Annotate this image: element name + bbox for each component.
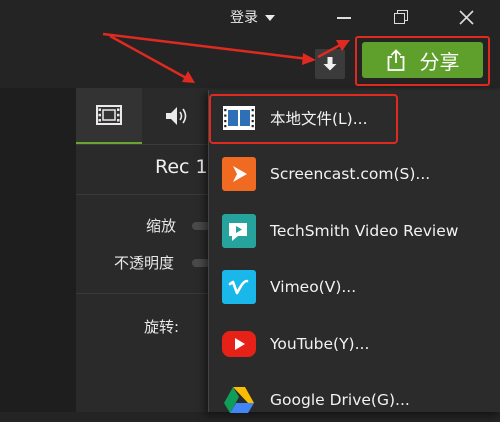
close-button[interactable] [455, 7, 479, 29]
local-file-highlight-box [209, 94, 398, 144]
share-menu-item-youtube[interactable]: YouTube(Y)... [208, 322, 500, 366]
minimize-icon [337, 17, 351, 19]
share-icon [387, 49, 404, 71]
video-review-icon [222, 214, 256, 248]
menu-item-label: YouTube(Y)... [270, 335, 370, 353]
share-button[interactable]: 分享 [362, 42, 483, 78]
clip-title: Rec 1 [155, 156, 208, 178]
share-menu-item-video-review[interactable]: TechSmith Video Review [208, 209, 500, 253]
minimize-button[interactable] [333, 7, 357, 29]
download-icon [323, 57, 337, 71]
rotation-label: 旋转: [144, 318, 180, 336]
film-icon [96, 105, 122, 125]
share-menu-item-google-drive[interactable]: Google Drive(G)... [208, 378, 500, 422]
speaker-icon [166, 107, 187, 125]
vimeo-icon [222, 270, 256, 304]
menu-item-label: Vimeo(V)... [270, 278, 357, 296]
scale-label: 缩放 [146, 217, 177, 235]
tab-audio-properties[interactable] [145, 88, 209, 144]
screencast-icon [222, 157, 256, 191]
restore-button[interactable] [388, 7, 412, 29]
share-label: 分享 [419, 49, 460, 74]
chevron-down-icon [265, 15, 275, 21]
download-button[interactable] [315, 49, 345, 79]
menu-item-label: Screencast.com(S)... [270, 165, 431, 183]
login-menu[interactable]: 登录 [230, 7, 275, 27]
share-menu-item-vimeo[interactable]: Vimeo(V)... [208, 265, 500, 309]
left-panel [0, 88, 77, 412]
share-menu-item-screencast[interactable]: Screencast.com(S)... [208, 152, 500, 196]
opacity-label: 不透明度 [114, 254, 175, 272]
youtube-icon [222, 331, 256, 357]
login-label: 登录 [230, 10, 258, 26]
close-icon [459, 10, 474, 25]
menu-item-label: Google Drive(G)... [270, 391, 410, 409]
tab-visual-properties[interactable] [76, 88, 142, 144]
menu-item-label: TechSmith Video Review [270, 222, 459, 240]
